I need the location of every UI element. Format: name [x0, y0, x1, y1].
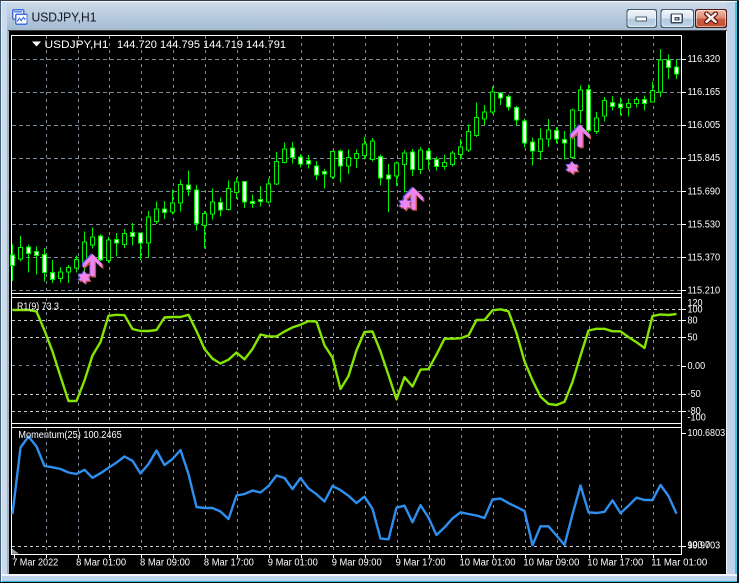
svg-text:10 Mar 17:00: 10 Mar 17:00 [587, 558, 643, 569]
svg-text:115.210: 115.210 [688, 286, 721, 297]
svg-text:115.370: 115.370 [688, 253, 721, 264]
svg-text:50: 50 [688, 333, 698, 344]
svg-text:USDJPY,H1: USDJPY,H1 [45, 39, 109, 51]
svg-text:10 Mar 01:00: 10 Mar 01:00 [460, 558, 516, 569]
svg-text:100.6803: 100.6803 [688, 428, 726, 439]
svg-text:9 Mar 17:00: 9 Mar 17:00 [396, 558, 446, 569]
svg-text:USDJPY,H1: USDJPY,H1 [32, 11, 97, 25]
svg-text:11 Mar 01:00: 11 Mar 01:00 [651, 558, 707, 569]
svg-text:115.530: 115.530 [688, 219, 721, 230]
svg-text:10 Mar 09:00: 10 Mar 09:00 [523, 558, 579, 569]
svg-text:8 Mar 17:00: 8 Mar 17:00 [204, 558, 254, 569]
svg-text:100: 100 [688, 304, 703, 315]
svg-text:8 Mar 01:00: 8 Mar 01:00 [76, 558, 126, 569]
svg-text:80: 80 [688, 316, 698, 327]
svg-text:144.720 144.795 144.719 144.79: 144.720 144.795 144.719 144.791 [117, 39, 286, 51]
svg-text:9 Mar 01:00: 9 Mar 01:00 [268, 558, 318, 569]
svg-text:115.845: 115.845 [688, 153, 721, 164]
svg-text:0.00: 0.00 [688, 361, 706, 372]
svg-text:116.320: 116.320 [688, 54, 721, 65]
svg-text:115.690: 115.690 [688, 186, 721, 197]
svg-text:7 Mar 2022: 7 Mar 2022 [12, 558, 58, 569]
svg-text:-50: -50 [688, 389, 702, 400]
svg-text:116.165: 116.165 [688, 87, 721, 98]
svg-text:116.005: 116.005 [688, 120, 721, 131]
svg-text:99.9703: 99.9703 [688, 541, 721, 552]
svg-text:9 Mar 09:00: 9 Mar 09:00 [332, 558, 382, 569]
svg-text:R1(9) 73.3: R1(9) 73.3 [17, 302, 59, 313]
svg-text:8 Mar 09:00: 8 Mar 09:00 [140, 558, 190, 569]
svg-text:Momentum(25) 100.2465: Momentum(25) 100.2465 [18, 430, 122, 441]
svg-text:-100: -100 [688, 412, 707, 423]
